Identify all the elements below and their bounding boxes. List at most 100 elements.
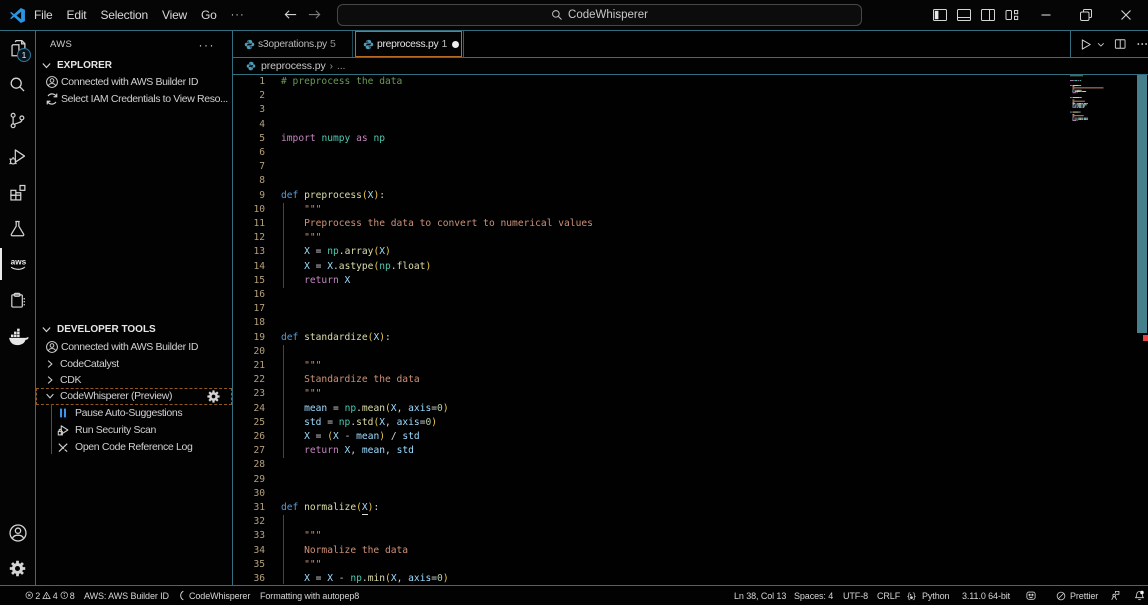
activity-testing-icon[interactable] — [0, 211, 35, 245]
active-view-indicator — [0, 248, 2, 280]
sidebar-more-actions[interactable]: ··· — [199, 38, 216, 52]
command-center[interactable]: CodeWhisperer — [337, 4, 862, 26]
more-actions-icon[interactable] — [1136, 37, 1148, 51]
activity-notebook-icon[interactable] — [0, 283, 35, 317]
tab-s3operations.py[interactable]: s3operations.py5 — [233, 31, 353, 57]
explorer-badge: 1 — [17, 48, 31, 62]
row-label: Open Code Reference Log — [75, 441, 192, 453]
editor-scrollbar[interactable] — [1137, 75, 1148, 584]
status-bar: 248AWS: AWS Builder IDCodeWhispererForma… — [0, 585, 1148, 605]
row-label: Connected with AWS Builder ID — [61, 76, 198, 88]
activity-settings-icon[interactable] — [0, 551, 35, 585]
code-line-19: 19def standardize(X): — [233, 331, 1063, 345]
explorer-section-header[interactable]: EXPLORER — [36, 57, 232, 73]
vscode-logo-icon — [9, 7, 26, 24]
status-eol[interactable]: CRLF — [877, 586, 900, 605]
breadcrumb-symbol[interactable]: ... — [337, 60, 345, 72]
code-line-13: 13 X = np.array(X) — [233, 245, 1063, 259]
back-arrow-icon[interactable] — [283, 7, 298, 22]
row-label: Connected with AWS Builder ID — [61, 341, 198, 353]
menu-file[interactable]: File — [27, 8, 60, 22]
search-icon — [551, 9, 563, 21]
tab-badge: 1 — [441, 38, 447, 50]
tab-separator — [463, 31, 464, 57]
bell-icon — [1134, 590, 1145, 601]
editor-group: s3operations.py5preprocess.py1 preproces… — [233, 31, 1148, 585]
tab-bar: s3operations.py5preprocess.py1 — [233, 31, 1148, 58]
devtools-item-4[interactable]: Pause Auto-Suggestions — [36, 405, 232, 422]
security-scan-icon — [55, 422, 71, 438]
activity-run-and-debug-icon[interactable] — [0, 139, 35, 173]
line-content: return X — [281, 274, 350, 288]
code-line-26: 26 X = (X - mean) / std — [233, 430, 1063, 444]
status-text: 8 — [70, 591, 75, 601]
activity-docker-icon[interactable] — [0, 319, 35, 353]
row-label: Select IAM Credentials to View Reso... — [61, 93, 228, 105]
scrollbar-slider[interactable] — [1137, 75, 1147, 333]
svg-text:aws: aws — [10, 257, 26, 266]
code-line-5: 5import numpy as np — [233, 132, 1063, 146]
status-aws-connection[interactable]: AWS: AWS Builder ID — [84, 586, 169, 605]
status-prettier[interactable]: Prettier — [1056, 586, 1098, 605]
menu-view[interactable]: View — [155, 8, 194, 22]
modified-dot-icon — [452, 41, 459, 48]
toggle-secondary-sidebar-icon[interactable] — [980, 7, 996, 23]
status-feedback-smiley[interactable] — [1025, 586, 1037, 605]
code-line-1: 1# preprocess the data — [233, 75, 1063, 89]
status-notifications[interactable] — [1134, 586, 1145, 605]
title-bar: FileEditSelectionViewGo··· CodeWhisperer — [0, 0, 1148, 31]
developer-tools-header[interactable]: DEVELOPER TOOLS — [36, 321, 232, 337]
run-dropdown-chevron-icon[interactable] — [1096, 39, 1106, 50]
status-language-mode[interactable]: {}Python — [906, 586, 949, 605]
activity-source-control-icon[interactable] — [0, 103, 35, 137]
explorer-item-0[interactable]: Connected with AWS Builder ID — [36, 73, 232, 90]
breadcrumb-file[interactable]: preprocess.py — [261, 60, 326, 72]
breadcrumb[interactable]: preprocess.py › ... — [233, 58, 1148, 75]
split-editor-icon[interactable] — [1114, 37, 1126, 51]
close-icon[interactable] — [1118, 7, 1134, 23]
codewhisperer-settings-gear-icon[interactable] — [206, 389, 221, 404]
line-content: Standardize the data — [281, 373, 420, 387]
activity-account-icon[interactable] — [0, 516, 35, 550]
customize-layout-icon[interactable] — [1004, 7, 1020, 23]
toggle-panel-icon[interactable] — [956, 7, 972, 23]
status-cursor-position[interactable]: Ln 38, Col 13 — [734, 586, 786, 605]
devtools-item-1[interactable]: CodeCatalyst — [36, 355, 232, 372]
devtools-item-6[interactable]: Open Code Reference Log — [36, 439, 232, 456]
menu-go[interactable]: Go — [194, 8, 224, 22]
menu-selection[interactable]: Selection — [93, 8, 155, 22]
restore-icon[interactable] — [1078, 7, 1094, 23]
activity-explorer-icon[interactable]: 1 — [0, 31, 35, 65]
menu-more[interactable]: ··· — [224, 9, 252, 21]
devtools-item-5[interactable]: Run Security Scan — [36, 422, 232, 439]
code-editor[interactable]: 1# preprocess the data2345import numpy a… — [233, 75, 1148, 584]
forward-arrow-icon[interactable] — [307, 7, 322, 22]
line-content: X = X.astype(np.float) — [281, 260, 431, 274]
line-number: 8 — [233, 174, 265, 188]
menu-edit[interactable]: Edit — [60, 8, 94, 22]
activity-extensions-icon[interactable] — [0, 175, 35, 209]
status-interpreter[interactable]: 3.11.0 64-bit — [962, 586, 1010, 605]
devtools-item-2[interactable]: CDK — [36, 372, 232, 389]
explorer-item-1[interactable]: Select IAM Credentials to View Reso... — [36, 90, 232, 107]
activity-search-icon[interactable] — [0, 67, 35, 101]
status-encoding[interactable]: UTF-8 — [843, 586, 868, 605]
layout-controls — [932, 0, 1020, 29]
feedback-person-icon — [1109, 590, 1121, 601]
activity-aws-icon[interactable]: aws — [0, 247, 35, 281]
minimize-icon[interactable] — [1038, 7, 1054, 23]
status-indentation[interactable]: Spaces: 4 — [794, 586, 833, 605]
status-problems[interactable]: 248 — [25, 586, 75, 605]
code-line-30: 30 — [233, 487, 1063, 501]
tab-preprocess.py[interactable]: preprocess.py1 — [355, 31, 462, 57]
status-tweet-feedback[interactable] — [1109, 586, 1121, 605]
devtools-item-3[interactable]: CodeWhisperer (Preview) — [36, 388, 232, 405]
toggle-sidebar-icon[interactable] — [932, 7, 948, 23]
python-lang-icon: {} — [906, 590, 918, 601]
line-content: """ — [281, 387, 321, 401]
row-label: Run Security Scan — [75, 424, 156, 436]
status-codewhisperer-status[interactable]: CodeWhisperer — [177, 586, 250, 605]
devtools-item-0[interactable]: Connected with AWS Builder ID — [36, 339, 232, 356]
run-python-file-icon[interactable] — [1079, 37, 1092, 52]
minimap[interactable] — [1069, 75, 1137, 205]
